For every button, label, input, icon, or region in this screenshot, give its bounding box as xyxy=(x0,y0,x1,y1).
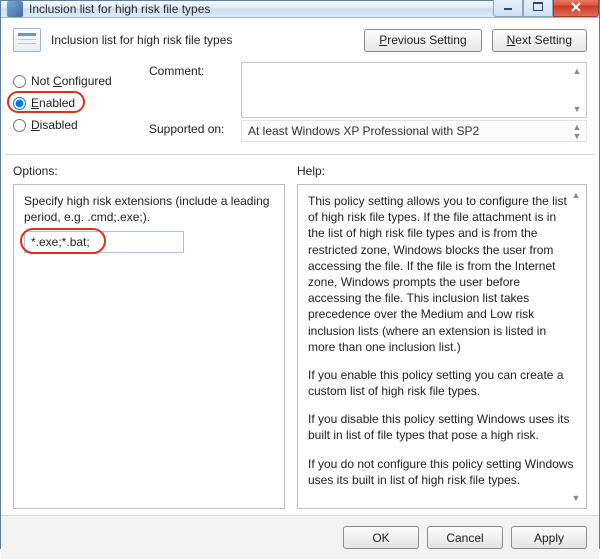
apply-button[interactable]: Apply xyxy=(511,526,587,549)
supported-row: Supported on: At least Windows XP Profes… xyxy=(149,120,587,142)
dialog-footer: OK Cancel Apply xyxy=(1,515,599,559)
client-area: Inclusion list for high risk file types … xyxy=(1,18,599,559)
close-button[interactable] xyxy=(553,0,599,17)
policy-heading-icon xyxy=(13,28,41,52)
lower-area: Options: Specify high risk extensions (i… xyxy=(1,164,599,515)
hotkey: N xyxy=(507,33,516,47)
extensions-label: Specify high risk extensions (include a … xyxy=(24,193,274,225)
help-text: If you do not configure this policy sett… xyxy=(308,456,576,488)
options-column: Options: Specify high risk extensions (i… xyxy=(13,164,285,509)
cancel-button[interactable]: Cancel xyxy=(427,526,503,549)
hotkey: P xyxy=(379,33,387,47)
next-setting-button[interactable]: Next Setting xyxy=(492,29,587,52)
policy-heading-title: Inclusion list for high risk file types xyxy=(51,33,354,47)
comment-row: Comment: ▲ ▼ xyxy=(149,62,587,118)
minimize-button[interactable] xyxy=(493,0,523,17)
comment-textarea[interactable]: ▲ ▼ xyxy=(241,62,587,118)
scroll-up-icon[interactable]: ▲ xyxy=(570,65,584,77)
scroll-down-icon[interactable]: ▼ xyxy=(570,131,584,140)
radio-not-configured-input[interactable] xyxy=(13,75,26,88)
radio-disabled[interactable]: Disabled xyxy=(13,114,139,136)
maximize-button[interactable] xyxy=(523,0,553,17)
options-panel: Specify high risk extensions (include a … xyxy=(13,184,285,509)
supported-value-box: At least Windows XP Professional with SP… xyxy=(241,120,587,142)
help-text: If you enable this policy setting you ca… xyxy=(308,367,576,399)
help-text: If you disable this policy setting Windo… xyxy=(308,411,576,443)
radio-enabled-input[interactable] xyxy=(13,97,26,110)
radio-disabled-input[interactable] xyxy=(13,119,26,132)
splitter[interactable] xyxy=(5,154,595,160)
scrollbar[interactable]: ▲ ▼ xyxy=(570,65,584,115)
help-column: Help: This policy setting allows you to … xyxy=(297,164,587,509)
scrollbar[interactable]: ▲ ▼ xyxy=(569,189,583,504)
meta-column: Comment: ▲ ▼ Supported on: At least Wind… xyxy=(149,62,587,144)
supported-label: Supported on: xyxy=(149,120,235,136)
previous-setting-button[interactable]: Previous Setting xyxy=(364,29,481,52)
state-radios: Not Configured Enabled Disabled xyxy=(13,62,139,144)
scrollbar[interactable]: ▲ ▼ xyxy=(570,122,584,140)
scroll-up-icon[interactable]: ▲ xyxy=(569,189,583,201)
policy-icon xyxy=(7,1,23,17)
window-buttons xyxy=(493,0,599,17)
heading-row: Inclusion list for high risk file types … xyxy=(1,18,599,60)
help-heading: Help: xyxy=(297,164,587,184)
policy-dialog: Inclusion list for high risk file types … xyxy=(0,0,600,549)
radio-enabled[interactable]: Enabled xyxy=(13,92,139,114)
help-text: This policy setting allows you to config… xyxy=(308,193,576,355)
supported-value: At least Windows XP Professional with SP… xyxy=(248,124,479,138)
ok-button[interactable]: OK xyxy=(343,526,419,549)
extensions-input[interactable] xyxy=(24,231,184,253)
scroll-down-icon[interactable]: ▼ xyxy=(570,103,584,115)
window-title: Inclusion list for high risk file types xyxy=(29,2,493,16)
config-area: Not Configured Enabled Disabled Comment: xyxy=(1,60,599,150)
scroll-down-icon[interactable]: ▼ xyxy=(569,492,583,504)
titlebar[interactable]: Inclusion list for high risk file types xyxy=(1,1,599,18)
options-heading: Options: xyxy=(13,164,285,184)
radio-not-configured[interactable]: Not Configured xyxy=(13,70,139,92)
comment-label: Comment: xyxy=(149,62,235,78)
help-panel[interactable]: This policy setting allows you to config… xyxy=(297,184,587,509)
